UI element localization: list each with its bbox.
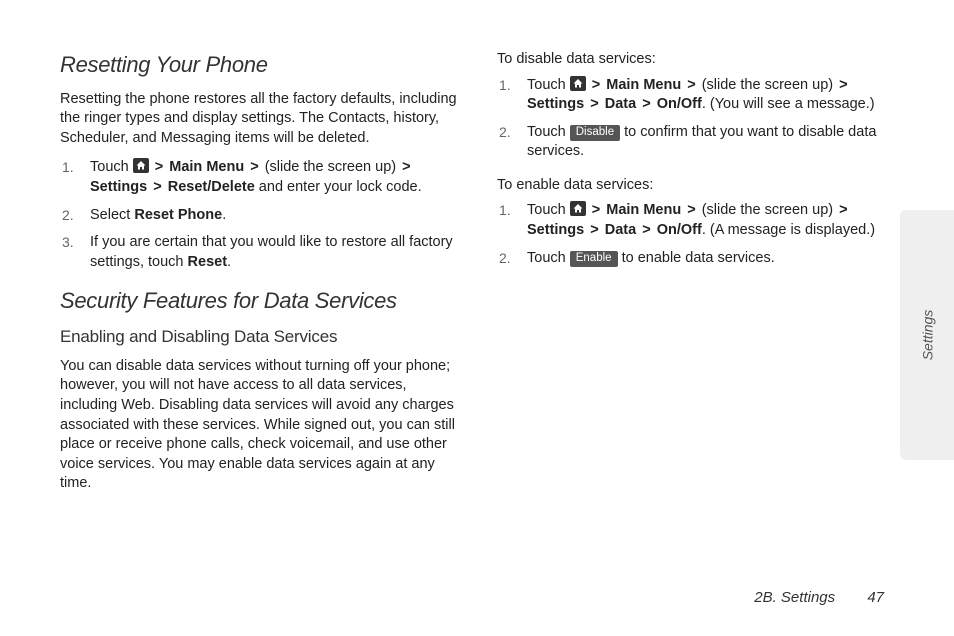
reset-label: Reset [188,254,228,270]
settings-label: Settings [90,179,147,195]
main-menu-label: Main Menu [606,202,681,218]
heading-security: Security Features for Data Services [60,286,457,316]
step-1: 1. Touch > Main Menu > (slide the screen… [521,201,894,240]
lead-enable: To enable data services: [497,176,894,196]
step-post: and enter your lock code. [255,179,422,195]
main-menu-label: Main Menu [606,77,681,93]
data-label: Data [605,222,636,238]
step-1: 1. Touch > Main Menu > (slide the screen… [521,76,894,115]
page-footer: 2B. Settings 47 [754,589,884,606]
step-2: 2. Touch Enable to enable data services. [521,249,894,269]
page-content: Resetting Your Phone Resetting the phone… [60,50,894,504]
right-column: To disable data services: 1. Touch > Mai… [497,50,894,504]
enable-steps: 1. Touch > Main Menu > (slide the screen… [497,201,894,268]
intro-paragraph: Resetting the phone restores all the fac… [60,90,457,149]
step-post: . (You will see a message.) [702,96,875,112]
home-icon [570,76,586,91]
enable-button: Enable [570,251,618,268]
separator: > [687,77,695,93]
separator: > [687,202,695,218]
body-paragraph: You can disable data services without tu… [60,357,457,494]
footer-section: 2B. Settings [754,589,835,606]
step-text: If you are certain that you would like t… [90,234,453,270]
step-post: . (A message is displayed.) [702,222,875,238]
side-tab: Settings [900,210,954,460]
step-2: 2. Select Reset Phone. [84,206,457,226]
settings-label: Settings [527,96,584,112]
main-menu-label: Main Menu [169,159,244,175]
separator: > [402,159,410,175]
home-icon [570,201,586,216]
separator: > [153,179,161,195]
step-3: 3. If you are certain that you would lik… [84,233,457,272]
separator: > [839,202,847,218]
step-text: Touch [90,159,133,175]
separator: > [590,96,598,112]
heading-resetting: Resetting Your Phone [60,50,457,80]
step-text: Touch [527,124,570,140]
onoff-label: On/Off [657,96,702,112]
step-text: Touch [527,250,570,266]
slide-text: (slide the screen up) [698,202,837,218]
step-post: . [227,254,231,270]
step-post: . [222,207,226,223]
slide-text: (slide the screen up) [698,77,837,93]
settings-label: Settings [527,222,584,238]
page-number: 47 [867,589,884,606]
heading-enabling: Enabling and Disabling Data Services [60,326,457,349]
step-1: 1. Touch > Main Menu > (slide the screen… [84,158,457,197]
separator: > [642,96,650,112]
reset-phone-label: Reset Phone [134,207,222,223]
slide-text: (slide the screen up) [261,159,400,175]
step-text: Touch [527,202,570,218]
step-2: 2. Touch Disable to confirm that you wan… [521,123,894,162]
separator: > [642,222,650,238]
step-post: to enable data services. [618,250,775,266]
separator: > [155,159,163,175]
disable-steps: 1. Touch > Main Menu > (slide the screen… [497,76,894,162]
data-label: Data [605,96,636,112]
separator: > [592,202,600,218]
step-text: Touch [527,77,570,93]
reset-steps: 1. Touch > Main Menu > (slide the screen… [60,158,457,272]
onoff-label: On/Off [657,222,702,238]
left-column: Resetting Your Phone Resetting the phone… [60,50,457,504]
side-tab-label: Settings [919,310,935,361]
separator: > [592,77,600,93]
separator: > [590,222,598,238]
separator: > [250,159,258,175]
separator: > [839,77,847,93]
home-icon [133,158,149,173]
reset-delete-label: Reset/Delete [168,179,255,195]
lead-disable: To disable data services: [497,50,894,70]
disable-button: Disable [570,125,620,142]
step-text: Select [90,207,134,223]
